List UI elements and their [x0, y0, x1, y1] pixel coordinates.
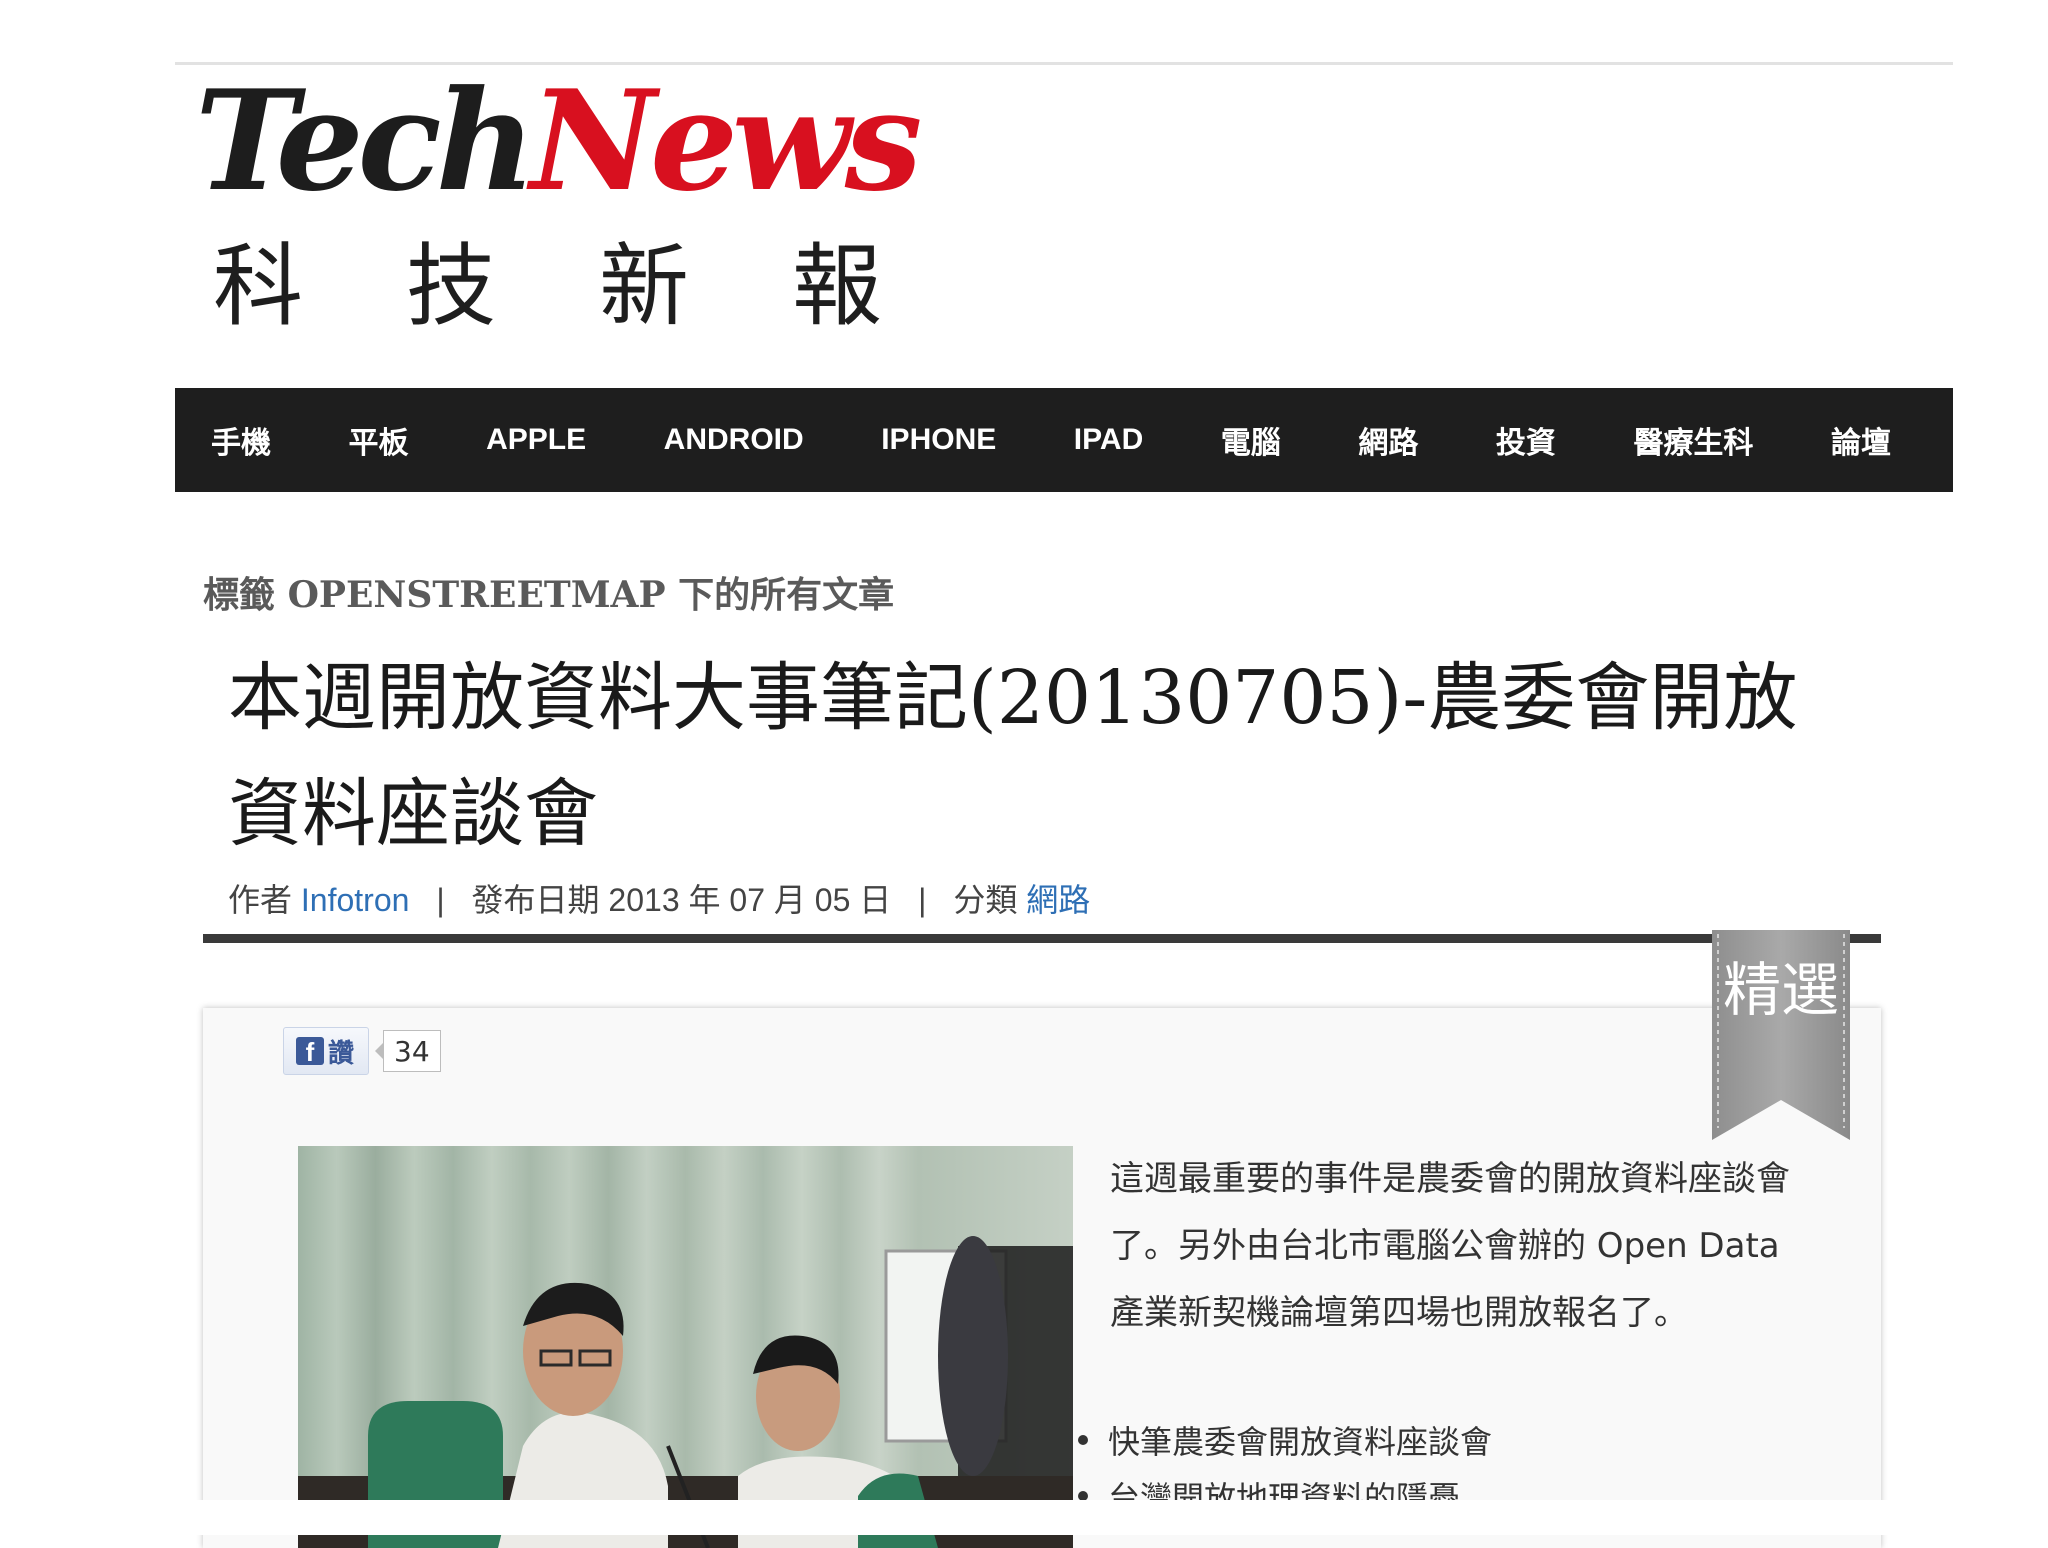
nav-item-forum[interactable]: 論壇 — [1831, 418, 1891, 462]
logo-tech-text: Tech — [195, 59, 536, 222]
article-title[interactable]: 本週開放資料大事筆記(20130705)-農委會開放資料座談會 — [228, 640, 1868, 872]
category-link[interactable]: 網路 — [1026, 882, 1090, 918]
nav-item-tablet[interactable]: 平板 — [349, 418, 409, 462]
nav-item-investment[interactable]: 投資 — [1496, 418, 1556, 462]
tag-prefix: 標籤 — [203, 574, 276, 616]
nav-item-biotech[interactable]: 醫療生科 — [1633, 418, 1753, 462]
facebook-like-widget: f 讚 34 — [283, 1027, 441, 1075]
main-nav: 手機 平板 APPLE ANDROID IPHONE IPAD 電腦 網路 投資… — [175, 388, 1953, 492]
facebook-icon: f — [296, 1037, 324, 1065]
nav-item-android[interactable]: ANDROID — [664, 423, 804, 457]
logo-wordmark: TechNews — [195, 72, 922, 210]
author-link[interactable]: Infotron — [301, 882, 410, 918]
nav-item-ipad[interactable]: IPAD — [1074, 423, 1143, 457]
article-meta: 作者 Infotron | 發布日期 2013 年 07 月 05 日 | 分類… — [228, 875, 1090, 921]
logo-subtitle: 科技新報 — [213, 234, 985, 339]
ribbon-label: 精選 — [1722, 956, 1839, 1024]
like-label: 讚 — [328, 1038, 355, 1069]
page-bottom-edge — [0, 1500, 2048, 1535]
meeting-photo-image — [298, 1146, 1073, 1548]
article-photo[interactable] — [298, 1146, 1073, 1548]
nav-item-iphone[interactable]: IPHONE — [881, 423, 996, 457]
nav-item-apple[interactable]: APPLE — [486, 423, 586, 457]
date-label: 發布日期 — [471, 882, 600, 918]
logo-news-text: News — [530, 59, 922, 222]
category-label: 分類 — [953, 882, 1018, 918]
meta-separator: | — [436, 882, 445, 918]
site-logo[interactable]: TechNews 科技新報 — [195, 72, 922, 362]
facebook-like-button[interactable]: f 讚 — [283, 1027, 370, 1075]
tag-archive-heading: 標籤 OPENSTREETMAP 下的所有文章 — [203, 566, 894, 618]
author-label: 作者 — [228, 882, 293, 918]
nav-item-phone[interactable]: 手機 — [211, 418, 271, 462]
nav-item-computer[interactable]: 電腦 — [1221, 418, 1281, 462]
article-excerpt: 這週最重要的事件是農委會的開放資料座談會了。另外由台北市電腦公會辦的 Open … — [1110, 1159, 1790, 1333]
meta-separator: | — [918, 882, 927, 918]
title-divider — [203, 934, 1881, 943]
tag-name: OPENSTREETMAP — [287, 574, 666, 616]
tag-suffix: 下的所有文章 — [678, 574, 895, 616]
nav-item-internet[interactable]: 網路 — [1358, 418, 1418, 462]
publish-date: 2013 年 07 月 05 日 — [608, 882, 892, 918]
related-link-item[interactable]: 快筆農委會開放資料座談會 — [1078, 1412, 1492, 1468]
featured-ribbon: 精選 — [1712, 930, 1850, 1140]
like-count: 34 — [375, 1030, 441, 1072]
